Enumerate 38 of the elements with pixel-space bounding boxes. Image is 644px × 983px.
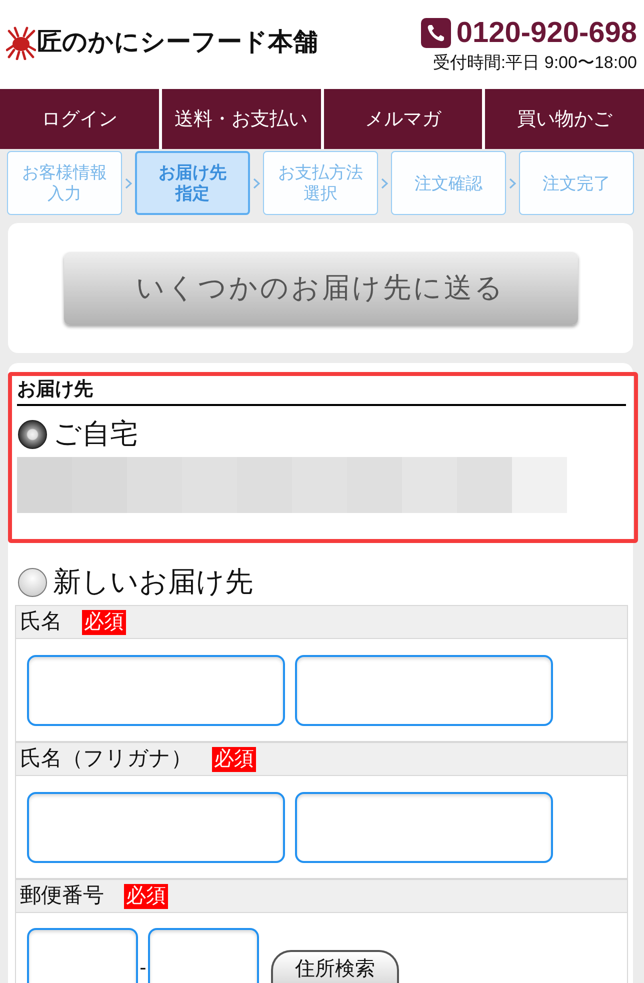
input-field[interactable] xyxy=(295,792,553,862)
step-indicator: お届け先指定 xyxy=(135,151,250,215)
step-indicator: 注文確認 xyxy=(391,151,506,215)
field-label: 氏名（フリガナ） xyxy=(20,746,192,772)
field-label: 郵便番号 xyxy=(20,883,104,909)
required-badge: 必須 xyxy=(82,610,126,634)
phone-icon xyxy=(421,18,452,48)
nav-link[interactable]: メルマガ xyxy=(324,89,482,149)
step-indicator: 注文完了 xyxy=(519,151,634,215)
input-field[interactable] xyxy=(27,792,285,862)
chevron-icon xyxy=(253,178,260,188)
nav-link[interactable]: 送料・お支払い xyxy=(162,89,320,149)
input-field[interactable] xyxy=(295,654,553,726)
step-indicator: お支払方法選択 xyxy=(263,151,378,215)
logo-text: 匠のかにシーフード本舗 xyxy=(37,28,318,58)
required-badge: 必須 xyxy=(124,884,168,908)
nav-link[interactable]: ログイン xyxy=(0,89,159,149)
radio-button[interactable] xyxy=(18,568,47,596)
multi-address-button[interactable]: いくつかのお届け先に送る xyxy=(64,252,578,324)
input-field[interactable] xyxy=(27,654,285,726)
input-field[interactable] xyxy=(27,928,138,983)
input-field[interactable] xyxy=(148,928,259,983)
nav-link[interactable]: 買い物かご xyxy=(485,89,644,149)
option-label: 新しいお届け先 xyxy=(53,565,253,599)
section-heading: お届け先 xyxy=(17,379,626,406)
postal-separator: - xyxy=(138,958,148,978)
address-search-button[interactable]: 住所検索 xyxy=(271,950,399,983)
crab-icon xyxy=(6,26,36,60)
radio-button[interactable] xyxy=(18,420,47,448)
option-label: ご自宅 xyxy=(53,417,138,451)
field-label: 氏名 xyxy=(20,609,62,635)
required-badge: 必須 xyxy=(212,746,256,772)
phone-number: 0120-920-698 xyxy=(456,17,637,49)
business-hours: 受付時間:平日 9:00〜18:00 xyxy=(432,53,637,73)
chevron-icon xyxy=(381,178,388,188)
step-indicator: お客様情報入力 xyxy=(7,151,122,215)
chevron-icon xyxy=(125,178,132,188)
chevron-icon xyxy=(509,178,516,188)
